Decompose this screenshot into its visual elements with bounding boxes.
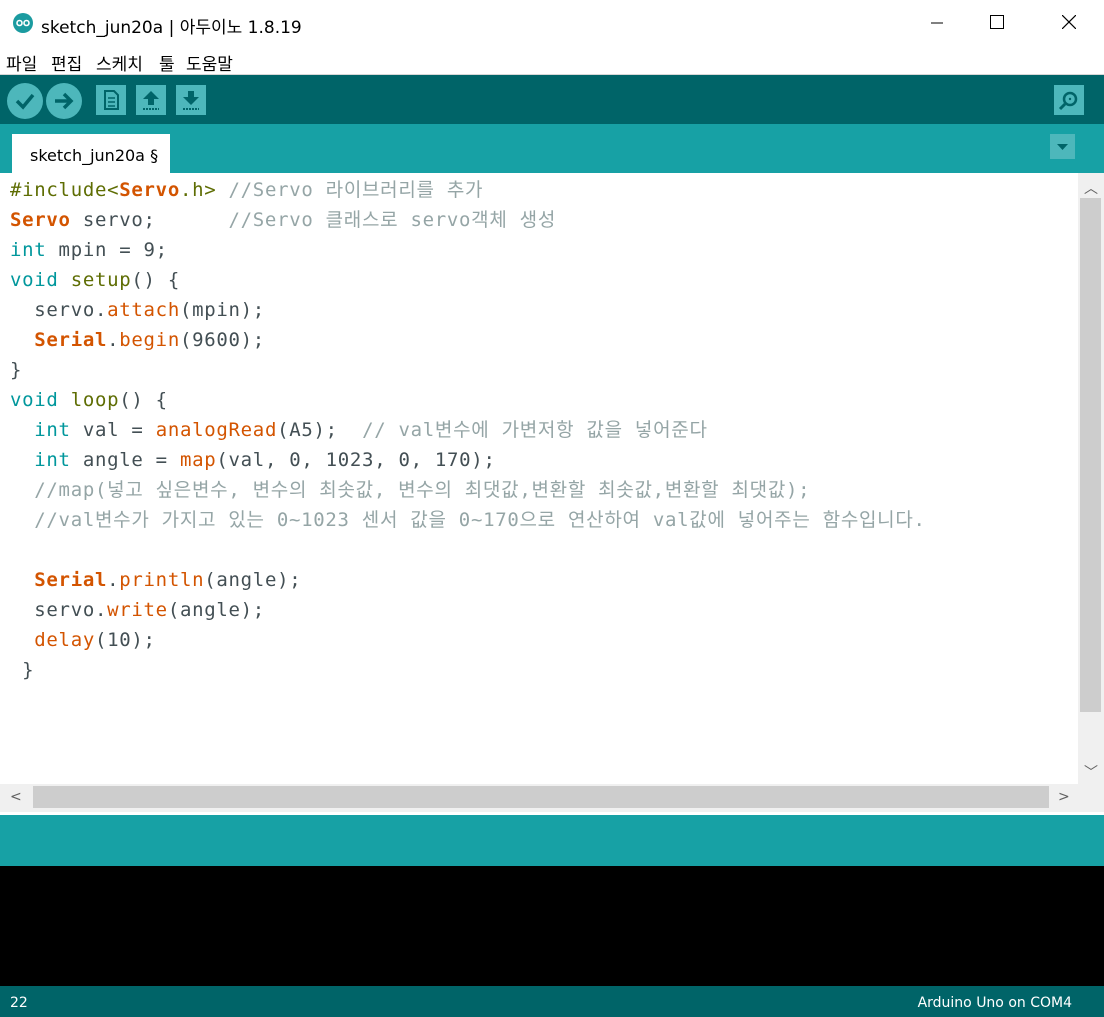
code-line: Servo servo; //Servo 클래스로 servo객체 생성 bbox=[10, 209, 557, 231]
status-bar: 22 Arduino Uno on COM4 bbox=[0, 986, 1104, 1017]
title-bar: sketch_jun20a | 아두이노 1.8.19 bbox=[0, 0, 1104, 46]
console-output[interactable] bbox=[0, 866, 1104, 986]
vertical-scrollbar-thumb[interactable] bbox=[1080, 198, 1101, 712]
code-line: servo.write(angle); bbox=[10, 599, 265, 621]
code-line: #include<Servo.h> //Servo 라이브러리를 추가 bbox=[10, 179, 484, 201]
open-button[interactable] bbox=[136, 85, 166, 115]
maximize-button[interactable] bbox=[974, 0, 1020, 46]
scroll-left-icon[interactable]: < bbox=[10, 789, 22, 805]
upload-button[interactable] bbox=[46, 83, 82, 119]
tab-sketch[interactable]: sketch_jun20a § bbox=[12, 134, 170, 173]
serial-monitor-button[interactable] bbox=[1054, 85, 1084, 115]
line-number: 22 bbox=[10, 995, 28, 1011]
menu-sketch[interactable]: 스케치 bbox=[96, 50, 143, 75]
code-line: Serial.begin(9600); bbox=[34, 329, 265, 351]
code-line: int mpin = 9; bbox=[10, 239, 168, 261]
close-button[interactable] bbox=[1046, 0, 1092, 46]
horizontal-scrollbar-thumb[interactable] bbox=[33, 786, 1049, 808]
verify-button[interactable] bbox=[7, 83, 43, 119]
maximize-icon bbox=[990, 14, 1004, 33]
menu-edit[interactable]: 편집 bbox=[51, 50, 82, 75]
code-line: //map(넣고 싶은변수, 변수의 최솟값, 변수의 최댓값,변환할 최솟값,… bbox=[34, 479, 811, 501]
toolbar bbox=[0, 75, 1104, 124]
menu-file[interactable]: 파일 bbox=[6, 50, 37, 75]
board-port-status: Arduino Uno on COM4 bbox=[917, 995, 1072, 1011]
scroll-right-icon[interactable]: > bbox=[1058, 789, 1070, 805]
new-button[interactable] bbox=[96, 85, 126, 115]
menu-help[interactable]: 도움말 bbox=[186, 50, 233, 75]
code-line: } bbox=[10, 659, 35, 681]
code-line: void setup() { bbox=[10, 269, 180, 291]
code-line: void loop() { bbox=[10, 389, 168, 411]
tab-bar: sketch_jun20a § bbox=[0, 124, 1104, 173]
scroll-up-icon[interactable]: ︿ bbox=[1084, 178, 1098, 198]
message-area bbox=[0, 815, 1104, 866]
tab-label: sketch_jun20a § bbox=[30, 146, 159, 165]
code-line: servo.attach(mpin); bbox=[10, 299, 265, 321]
code-line: //val변수가 가지고 있는 0~1023 센서 값을 0~170으로 연산하… bbox=[34, 509, 926, 531]
scroll-down-icon[interactable]: ﹀ bbox=[1084, 762, 1098, 782]
code-editor[interactable]: #include<Servo.h> //Servo 라이브러리를 추가 Serv… bbox=[0, 173, 1078, 784]
menu-bar: 파일 편집 스케치 툴 도움말 bbox=[0, 46, 1104, 75]
tab-menu-button[interactable] bbox=[1050, 134, 1075, 159]
close-icon bbox=[1061, 14, 1077, 33]
code-line: int angle = map(val, 0, 1023, 0, 170); bbox=[34, 449, 496, 471]
code-line: int val = analogRead(A5); // val변수에 가변저항… bbox=[34, 419, 708, 441]
chevron-down-icon bbox=[1050, 144, 1075, 163]
code-line: Serial.println(angle); bbox=[34, 569, 302, 591]
window-title: sketch_jun20a | 아두이노 1.8.19 bbox=[41, 18, 302, 38]
menu-tools[interactable]: 툴 bbox=[159, 50, 175, 75]
minimize-icon bbox=[931, 14, 943, 33]
code-line: delay(10); bbox=[34, 629, 156, 651]
minimize-button[interactable] bbox=[914, 0, 960, 46]
save-button[interactable] bbox=[176, 85, 206, 115]
code-line: } bbox=[10, 359, 23, 381]
arduino-logo-icon bbox=[13, 13, 33, 33]
